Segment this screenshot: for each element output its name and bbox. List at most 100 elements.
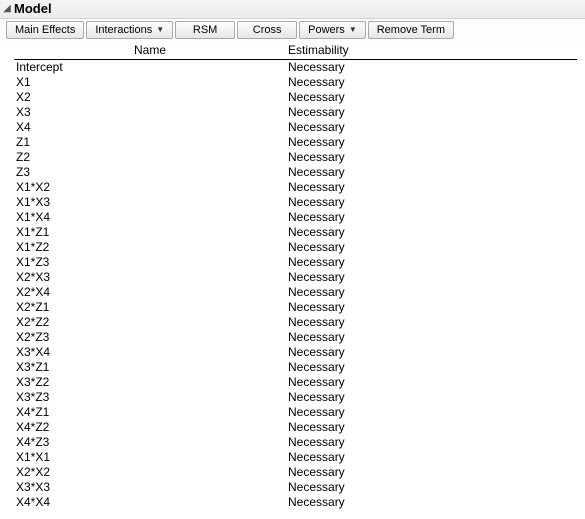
estimability-cell: Necessary xyxy=(286,405,577,420)
term-name-cell: X1*X3 xyxy=(14,195,286,210)
estimability-cell: Necessary xyxy=(286,75,577,90)
table-row[interactable]: X2*X3Necessary xyxy=(14,270,577,285)
term-name-cell: X2*X3 xyxy=(14,270,286,285)
estimability-cell: Necessary xyxy=(286,270,577,285)
term-name-cell: X1*Z1 xyxy=(14,225,286,240)
estimability-cell: Necessary xyxy=(286,480,577,495)
estimability-cell: Necessary xyxy=(286,315,577,330)
table-row[interactable]: X1*X4Necessary xyxy=(14,210,577,225)
table-row[interactable]: X4Necessary xyxy=(14,120,577,135)
table-row[interactable]: X1*X3Necessary xyxy=(14,195,577,210)
table-row[interactable]: X1*X2Necessary xyxy=(14,180,577,195)
estimability-cell: Necessary xyxy=(286,300,577,315)
term-name-cell: Z3 xyxy=(14,165,286,180)
panel-title: Model xyxy=(14,1,52,17)
table-row[interactable]: X2*X4Necessary xyxy=(14,285,577,300)
term-name-cell: X4 xyxy=(14,120,286,135)
model-table-wrap: Name Estimability InterceptNecessaryX1Ne… xyxy=(0,42,585,516)
estimability-cell: Necessary xyxy=(286,150,577,165)
term-name-cell: X2*Z1 xyxy=(14,300,286,315)
table-row[interactable]: InterceptNecessary xyxy=(14,60,577,76)
estimability-cell: Necessary xyxy=(286,240,577,255)
table-row[interactable]: X3*X3Necessary xyxy=(14,480,577,495)
main-effects-button[interactable]: Main Effects xyxy=(6,21,84,39)
estimability-cell: Necessary xyxy=(286,135,577,150)
table-row[interactable]: X1*Z3Necessary xyxy=(14,255,577,270)
table-row[interactable]: X3*Z3Necessary xyxy=(14,390,577,405)
estimability-cell: Necessary xyxy=(286,60,577,76)
model-panel: ◢ Model Main Effects Interactions ▼ RSM … xyxy=(0,0,585,516)
chevron-down-icon: ▼ xyxy=(349,26,357,34)
term-name-cell: X4*Z2 xyxy=(14,420,286,435)
table-row[interactable]: X4*Z2Necessary xyxy=(14,420,577,435)
term-name-cell: X2*X2 xyxy=(14,465,286,480)
term-name-cell: X4*X4 xyxy=(14,495,286,510)
estimability-cell: Necessary xyxy=(286,285,577,300)
estimability-cell: Necessary xyxy=(286,105,577,120)
table-row[interactable]: X1*Z2Necessary xyxy=(14,240,577,255)
term-name-cell: X3*Z3 xyxy=(14,390,286,405)
table-row[interactable]: X4*Z1Necessary xyxy=(14,405,577,420)
table-row[interactable]: X1*Z1Necessary xyxy=(14,225,577,240)
term-name-cell: X1*X4 xyxy=(14,210,286,225)
rsm-button[interactable]: RSM xyxy=(175,21,235,39)
powers-label: Powers xyxy=(308,24,345,36)
table-row[interactable]: X3*X4Necessary xyxy=(14,345,577,360)
table-row[interactable]: X4*X4Necessary xyxy=(14,495,577,510)
cross-button[interactable]: Cross xyxy=(237,21,297,39)
table-row[interactable]: X1*X1Necessary xyxy=(14,450,577,465)
estimability-cell: Necessary xyxy=(286,420,577,435)
table-row[interactable]: X2*X2Necessary xyxy=(14,465,577,480)
table-row[interactable]: Z1Necessary xyxy=(14,135,577,150)
estimability-cell: Necessary xyxy=(286,165,577,180)
term-name-cell: X3*X3 xyxy=(14,480,286,495)
term-name-cell: X3 xyxy=(14,105,286,120)
table-row[interactable]: X4*Z3Necessary xyxy=(14,435,577,450)
term-name-cell: X1*X2 xyxy=(14,180,286,195)
powers-button[interactable]: Powers ▼ xyxy=(299,21,366,39)
estimability-cell: Necessary xyxy=(286,465,577,480)
estimability-cell: Necessary xyxy=(286,435,577,450)
table-row[interactable]: X3Necessary xyxy=(14,105,577,120)
term-name-cell: X3*X4 xyxy=(14,345,286,360)
estimability-cell: Necessary xyxy=(286,360,577,375)
table-row[interactable]: X3*Z1Necessary xyxy=(14,360,577,375)
estimability-cell: Necessary xyxy=(286,330,577,345)
table-row[interactable]: Z2Necessary xyxy=(14,150,577,165)
interactions-label: Interactions xyxy=(95,24,152,36)
term-name-cell: Z1 xyxy=(14,135,286,150)
term-name-cell: X2*Z3 xyxy=(14,330,286,345)
panel-header: ◢ Model xyxy=(0,0,585,19)
term-name-cell: X1*Z3 xyxy=(14,255,286,270)
term-name-cell: X1*Z2 xyxy=(14,240,286,255)
column-header-name[interactable]: Name xyxy=(14,42,286,60)
term-name-cell: X4*Z3 xyxy=(14,435,286,450)
model-table: Name Estimability InterceptNecessaryX1Ne… xyxy=(14,42,577,510)
estimability-cell: Necessary xyxy=(286,120,577,135)
term-name-cell: X3*Z2 xyxy=(14,375,286,390)
term-name-cell: Z2 xyxy=(14,150,286,165)
term-name-cell: X4*Z1 xyxy=(14,405,286,420)
term-name-cell: X2 xyxy=(14,90,286,105)
term-name-cell: X2*X4 xyxy=(14,285,286,300)
table-row[interactable]: X2*Z2Necessary xyxy=(14,315,577,330)
table-row[interactable]: X2Necessary xyxy=(14,90,577,105)
toolbar: Main Effects Interactions ▼ RSM Cross Po… xyxy=(0,19,585,42)
estimability-cell: Necessary xyxy=(286,495,577,510)
column-header-estimability[interactable]: Estimability xyxy=(286,42,577,60)
table-row[interactable]: X1Necessary xyxy=(14,75,577,90)
term-name-cell: Intercept xyxy=(14,60,286,76)
disclosure-triangle-icon[interactable]: ◢ xyxy=(2,4,12,14)
table-row[interactable]: Z3Necessary xyxy=(14,165,577,180)
estimability-cell: Necessary xyxy=(286,450,577,465)
table-row[interactable]: X2*Z3Necessary xyxy=(14,330,577,345)
estimability-cell: Necessary xyxy=(286,180,577,195)
term-name-cell: X1*X1 xyxy=(14,450,286,465)
interactions-button[interactable]: Interactions ▼ xyxy=(86,21,173,39)
table-row[interactable]: X3*Z2Necessary xyxy=(14,375,577,390)
term-name-cell: X1 xyxy=(14,75,286,90)
estimability-cell: Necessary xyxy=(286,195,577,210)
estimability-cell: Necessary xyxy=(286,375,577,390)
table-row[interactable]: X2*Z1Necessary xyxy=(14,300,577,315)
remove-term-button[interactable]: Remove Term xyxy=(368,21,454,39)
